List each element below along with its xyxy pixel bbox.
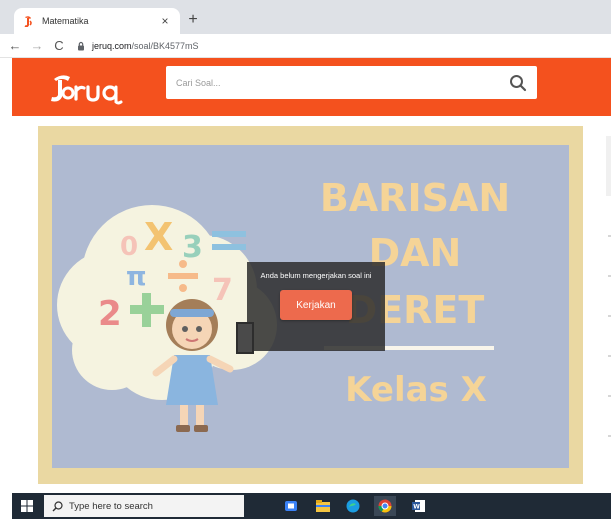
search-input[interactable] (166, 66, 486, 99)
word-icon[interactable]: W (408, 496, 430, 516)
taskbar-search-box[interactable]: Type here to search (44, 495, 244, 517)
reload-button[interactable]: C (48, 35, 70, 57)
search-box (166, 66, 537, 99)
search-icon (52, 500, 63, 511)
svg-text:W: W (413, 504, 420, 511)
site-header (12, 58, 611, 116)
jeruq-favicon-icon (22, 15, 34, 27)
browser-toolbar: ← → C jeruq.com/soal/BK4577mS (0, 34, 611, 58)
start-quiz-dialog: Anda belum mengerjakan soal ini Kerjakan (247, 262, 385, 351)
dialog-message: Anda belum mengerjakan soal ini (260, 271, 372, 280)
search-icon (510, 74, 527, 91)
taskbar-search-placeholder: Type here to search (69, 500, 153, 512)
jeruq-logo[interactable] (44, 71, 154, 105)
windows-taskbar: Type here to search W (12, 493, 611, 519)
url-host: jeruq.com (92, 40, 132, 51)
url-text[interactable]: jeruq.com/soal/BK4577mS (92, 41, 199, 51)
lock-icon[interactable] (76, 41, 86, 51)
back-button[interactable]: ← (4, 35, 26, 57)
task-view-icon[interactable] (280, 496, 302, 516)
chrome-icon[interactable] (374, 496, 396, 516)
forward-button[interactable]: → (26, 35, 48, 57)
address-bar[interactable]: jeruq.com/soal/BK4577mS (76, 36, 199, 56)
url-path: /soal/BK4577mS (131, 40, 199, 51)
scroll-handle[interactable] (236, 322, 254, 354)
start-button[interactable] (12, 493, 42, 519)
search-button[interactable] (499, 66, 537, 99)
kerjakan-button[interactable]: Kerjakan (280, 290, 352, 320)
tab-strip: Matematika × + (0, 0, 611, 34)
tab-matematika[interactable]: Matematika × (14, 8, 180, 34)
tab-title: Matematika (42, 16, 89, 26)
tab-close-icon[interactable]: × (158, 14, 172, 28)
browser-window: Matematika × + ← → C jeruq.com/soal/BK45… (0, 0, 611, 519)
windows-logo-icon (21, 500, 33, 512)
edge-icon[interactable] (342, 496, 364, 516)
new-tab-button[interactable]: + (184, 11, 202, 29)
file-explorer-icon[interactable] (312, 496, 334, 516)
